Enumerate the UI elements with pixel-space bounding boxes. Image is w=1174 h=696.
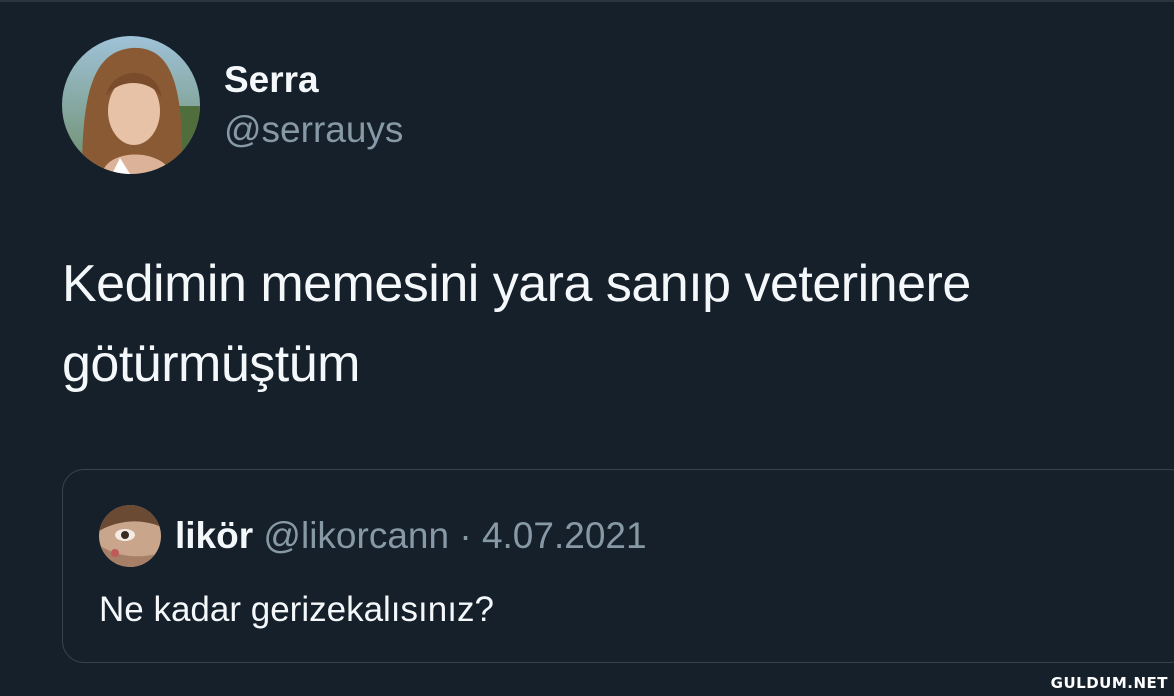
header-separator: · — [459, 515, 472, 556]
quoted-author-handle[interactable]: @likorcann — [263, 515, 449, 556]
tweet-text: Kedimin memesini yara sanıp veterinere g… — [62, 255, 971, 393]
author-avatar[interactable] — [62, 36, 200, 174]
quoted-tweet-card[interactable]: likör @likorcann · 4.07.2021 Ne kadar ge… — [62, 469, 1174, 663]
profile-photo-icon — [62, 36, 200, 174]
top-divider — [0, 0, 1174, 2]
author-handle[interactable]: @serrauys — [224, 108, 403, 152]
author-name[interactable]: Serra — [224, 58, 319, 102]
watermark: GULDUM.NET — [1050, 674, 1168, 692]
quoted-tweet-text: Ne kadar gerizekalısınız? — [99, 590, 494, 629]
quoted-author-name[interactable]: likör — [175, 515, 253, 556]
quoted-tweet-header: likör @likorcann · 4.07.2021 — [175, 514, 647, 558]
profile-photo-icon — [99, 505, 161, 567]
quoted-author-avatar[interactable] — [99, 505, 161, 567]
quoted-tweet-date[interactable]: 4.07.2021 — [482, 515, 647, 556]
tweet-screenshot: Serra @serrauys Kedimin memesini yara sa… — [0, 0, 1174, 696]
